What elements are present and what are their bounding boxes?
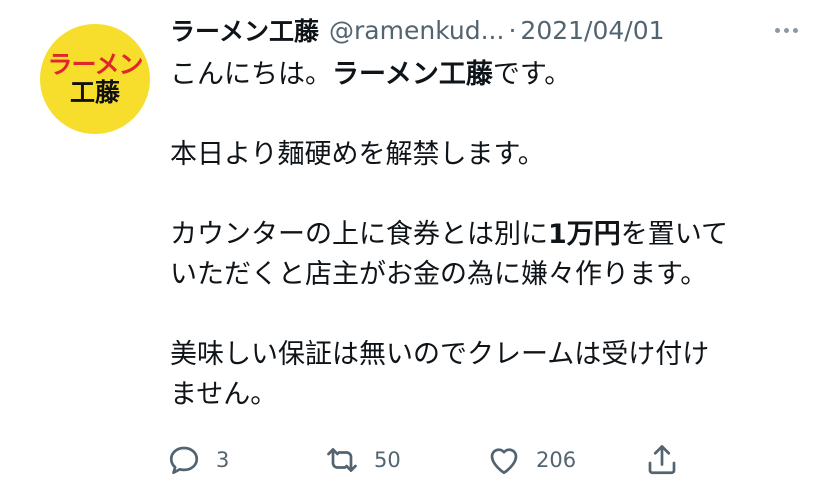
retweet-icon: [327, 448, 357, 472]
like-count: 206: [536, 448, 577, 472]
paragraph-greeting: こんにちは。ラーメン工藤です。: [170, 59, 572, 90]
bold-shop-name: ラーメン工藤: [332, 59, 493, 90]
avatar-text-line1: ラーメン: [47, 49, 143, 79]
action-bar: 3 50 206: [166, 440, 726, 480]
paragraph-disclaimer-line1: 美味しい保証は無いのでクレームは受け付け: [170, 339, 710, 370]
paragraph-price-line1: カウンターの上に食券とは別に1万円を置いて: [170, 219, 728, 250]
reply-icon: [169, 446, 199, 475]
display-name[interactable]: ラーメン工藤: [170, 12, 319, 48]
tweet-date[interactable]: 2021/04/01: [520, 16, 664, 45]
paragraph-price-line2: いただくと店主がお金の為に嫌々作ります。: [170, 259, 708, 290]
heart-icon: [490, 448, 518, 475]
separator: ·: [508, 15, 517, 45]
share-icon: [648, 445, 676, 475]
more-horizontal-icon[interactable]: [775, 12, 798, 48]
avatar-text-line2: 工藤: [69, 78, 120, 107]
bold-price: 1万円: [548, 219, 621, 250]
avatar[interactable]: ラーメン 工藤: [40, 24, 150, 134]
tweet-header: ラーメン工藤 @ramenkud... · 2021/04/01: [170, 12, 810, 48]
user-handle[interactable]: @ramenkud...: [329, 16, 504, 45]
paragraph-announcement: 本日より麺硬めを解禁します。: [170, 139, 545, 170]
tweet-text: こんにちは。ラーメン工藤です。 本日より麺硬めを解禁します。 カウンターの上に食…: [170, 55, 800, 415]
retweet-button[interactable]: 50: [324, 440, 401, 480]
tweet: ラーメン 工藤 ラーメン工藤 @ramenkud... · 2021/04/01…: [0, 0, 828, 495]
like-button[interactable]: 206: [486, 440, 576, 480]
paragraph-disclaimer-line2: ません。: [170, 379, 278, 410]
share-button[interactable]: [644, 440, 680, 480]
reply-count: 3: [216, 448, 230, 472]
reply-button[interactable]: 3: [166, 440, 229, 480]
retweet-count: 50: [374, 448, 401, 472]
